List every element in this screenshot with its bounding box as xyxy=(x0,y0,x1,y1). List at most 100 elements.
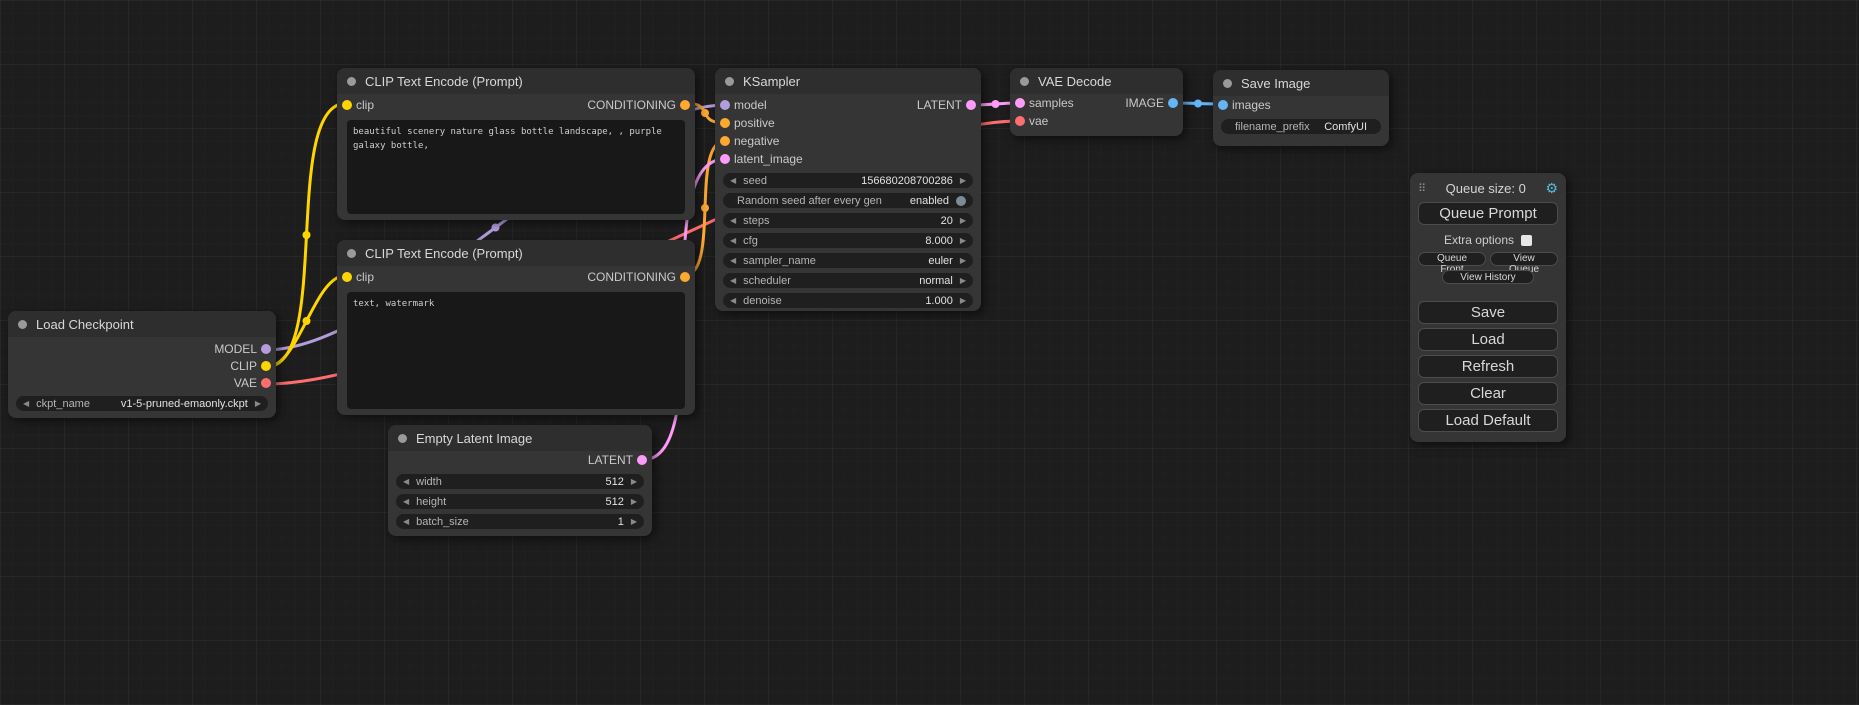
widget-filename-prefix[interactable]: filename_prefix ComfyUI xyxy=(1221,119,1381,134)
decrement-arrow-icon[interactable]: ◀ xyxy=(730,293,736,308)
widget-seed[interactable]: ◀ seed 156680208700286 ▶ xyxy=(723,173,973,188)
increment-arrow-icon[interactable]: ▶ xyxy=(960,273,966,288)
clear-button[interactable]: Clear xyxy=(1418,382,1558,405)
input-slot-positive[interactable]: positive xyxy=(715,114,981,132)
queue-front-button[interactable]: Queue Front xyxy=(1418,252,1486,266)
widget-steps[interactable]: ◀ steps 20 ▶ xyxy=(723,213,973,228)
collapse-dot[interactable] xyxy=(1020,77,1029,86)
queue-prompt-button[interactable]: Queue Prompt xyxy=(1418,202,1558,225)
wire-midpoint-dot xyxy=(701,204,709,212)
input-slot-vae[interactable]: vae xyxy=(1010,112,1183,130)
output-slot-model[interactable]: MODEL xyxy=(8,340,276,357)
node-graph-canvas[interactable]: Load Checkpoint MODEL CLIP VAE ◀ ckpt_na… xyxy=(0,0,1859,705)
increment-arrow-icon[interactable]: ▶ xyxy=(631,474,637,489)
decrement-arrow-icon[interactable]: ◀ xyxy=(730,213,736,228)
node-title-bar[interactable]: KSampler xyxy=(715,68,981,94)
collapse-dot[interactable] xyxy=(18,320,27,329)
output-slot-clip[interactable]: CLIP xyxy=(8,357,276,374)
node-load-checkpoint[interactable]: Load Checkpoint MODEL CLIP VAE ◀ ckpt_na… xyxy=(8,311,276,418)
positive-prompt-textarea[interactable]: beautiful scenery nature glass bottle la… xyxy=(347,120,685,214)
widget-random-seed-toggle[interactable]: Random seed after every gen enabled xyxy=(723,193,973,208)
decrement-arrow-icon[interactable]: ◀ xyxy=(730,253,736,268)
increment-arrow-icon[interactable]: ▶ xyxy=(960,293,966,308)
widget-batch-size[interactable]: ◀ batch_size 1 ▶ xyxy=(396,514,644,529)
widget-width[interactable]: ◀ width 512 ▶ xyxy=(396,474,644,489)
slot-dot-vae[interactable] xyxy=(261,378,271,388)
load-button[interactable]: Load xyxy=(1418,328,1558,351)
decrement-arrow-icon[interactable]: ◀ xyxy=(23,396,29,411)
slot-dot-clip[interactable] xyxy=(261,361,271,371)
decrement-arrow-icon[interactable]: ◀ xyxy=(403,474,409,489)
increment-arrow-icon[interactable]: ▶ xyxy=(960,233,966,248)
slot-dot-vae-input[interactable] xyxy=(1015,116,1025,126)
node-clip-text-encode-positive[interactable]: CLIP Text Encode (Prompt) clip CONDITION… xyxy=(337,68,695,220)
node-title: Empty Latent Image xyxy=(416,431,532,446)
node-title-bar[interactable]: Save Image xyxy=(1213,70,1389,96)
load-default-button[interactable]: Load Default xyxy=(1418,409,1558,432)
node-empty-latent-image[interactable]: Empty Latent Image LATENT ◀ width 512 ▶ … xyxy=(388,425,652,536)
slot-dot-conditioning-output[interactable] xyxy=(680,100,690,110)
widget-ckpt-name[interactable]: ◀ ckpt_name v1-5-pruned-emaonly.ckpt ▶ xyxy=(16,396,268,411)
collapse-dot[interactable] xyxy=(347,249,356,258)
collapse-dot[interactable] xyxy=(1223,79,1232,88)
decrement-arrow-icon[interactable]: ◀ xyxy=(730,233,736,248)
widget-scheduler[interactable]: ◀ scheduler normal ▶ xyxy=(723,273,973,288)
settings-gear-icon[interactable]: ⚙ xyxy=(1545,180,1558,197)
slot-dot-model-input[interactable] xyxy=(720,100,730,110)
node-vae-decode[interactable]: VAE Decode samples IMAGE vae xyxy=(1010,68,1183,136)
toggle-dot[interactable] xyxy=(956,196,966,206)
node-title-bar[interactable]: Empty Latent Image xyxy=(388,425,652,451)
input-slot-images[interactable]: images xyxy=(1213,96,1389,114)
node-title-bar[interactable]: CLIP Text Encode (Prompt) xyxy=(337,68,695,94)
collapse-dot[interactable] xyxy=(725,77,734,86)
widget-height[interactable]: ◀ height 512 ▶ xyxy=(396,494,644,509)
node-save-image[interactable]: Save Image images filename_prefix ComfyU… xyxy=(1213,70,1389,146)
save-button[interactable]: Save xyxy=(1418,301,1558,324)
decrement-arrow-icon[interactable]: ◀ xyxy=(730,273,736,288)
decrement-arrow-icon[interactable]: ◀ xyxy=(403,514,409,529)
drag-handle-icon[interactable]: ⠿ xyxy=(1418,182,1426,195)
increment-arrow-icon[interactable]: ▶ xyxy=(960,213,966,228)
slot-dot-model[interactable] xyxy=(261,344,271,354)
slot-dot-positive-input[interactable] xyxy=(720,118,730,128)
collapse-dot[interactable] xyxy=(347,77,356,86)
node-ksampler[interactable]: KSampler model LATENT positive negative … xyxy=(715,68,981,311)
refresh-button[interactable]: Refresh xyxy=(1418,355,1558,378)
extra-options-checkbox[interactable] xyxy=(1521,235,1532,246)
slot-dot-negative-input[interactable] xyxy=(720,136,730,146)
slot-dot-conditioning-output[interactable] xyxy=(680,272,690,282)
node-title-bar[interactable]: VAE Decode xyxy=(1010,68,1183,94)
widget-sampler-name[interactable]: ◀ sampler_name euler ▶ xyxy=(723,253,973,268)
widget-cfg[interactable]: ◀ cfg 8.000 ▶ xyxy=(723,233,973,248)
node-title-bar[interactable]: CLIP Text Encode (Prompt) xyxy=(337,240,695,266)
widget-denoise[interactable]: ◀ denoise 1.000 ▶ xyxy=(723,293,973,308)
widget-value: 512 xyxy=(605,476,623,488)
slot-dot-clip-input[interactable] xyxy=(342,100,352,110)
slot-dot-latent-output[interactable] xyxy=(966,100,976,110)
slot-dot-clip-input[interactable] xyxy=(342,272,352,282)
collapse-dot[interactable] xyxy=(398,434,407,443)
slot-dot-image-output[interactable] xyxy=(1168,98,1178,108)
input-slot-negative[interactable]: negative xyxy=(715,132,981,150)
increment-arrow-icon[interactable]: ▶ xyxy=(631,494,637,509)
slot-dot-latent[interactable] xyxy=(637,455,647,465)
decrement-arrow-icon[interactable]: ◀ xyxy=(730,173,736,188)
node-clip-text-encode-negative[interactable]: CLIP Text Encode (Prompt) clip CONDITION… xyxy=(337,240,695,415)
decrement-arrow-icon[interactable]: ◀ xyxy=(403,494,409,509)
node-title-bar[interactable]: Load Checkpoint xyxy=(8,311,276,337)
view-queue-button[interactable]: View Queue xyxy=(1490,252,1558,266)
negative-prompt-textarea[interactable]: text, watermark xyxy=(347,292,685,409)
wire-midpoint-dot xyxy=(992,100,1000,108)
input-slot-latent-image[interactable]: latent_image xyxy=(715,150,981,168)
output-slot-vae[interactable]: VAE xyxy=(8,374,276,391)
output-slot-latent[interactable]: LATENT xyxy=(388,451,652,469)
increment-arrow-icon[interactable]: ▶ xyxy=(960,253,966,268)
view-history-button[interactable]: View History xyxy=(1442,270,1534,284)
slot-dot-latent-image-input[interactable] xyxy=(720,154,730,164)
increment-arrow-icon[interactable]: ▶ xyxy=(631,514,637,529)
slot-dot-samples-input[interactable] xyxy=(1015,98,1025,108)
widget-name: sampler_name xyxy=(743,255,914,267)
increment-arrow-icon[interactable]: ▶ xyxy=(960,173,966,188)
slot-dot-images-input[interactable] xyxy=(1218,100,1228,110)
increment-arrow-icon[interactable]: ▶ xyxy=(255,396,261,411)
